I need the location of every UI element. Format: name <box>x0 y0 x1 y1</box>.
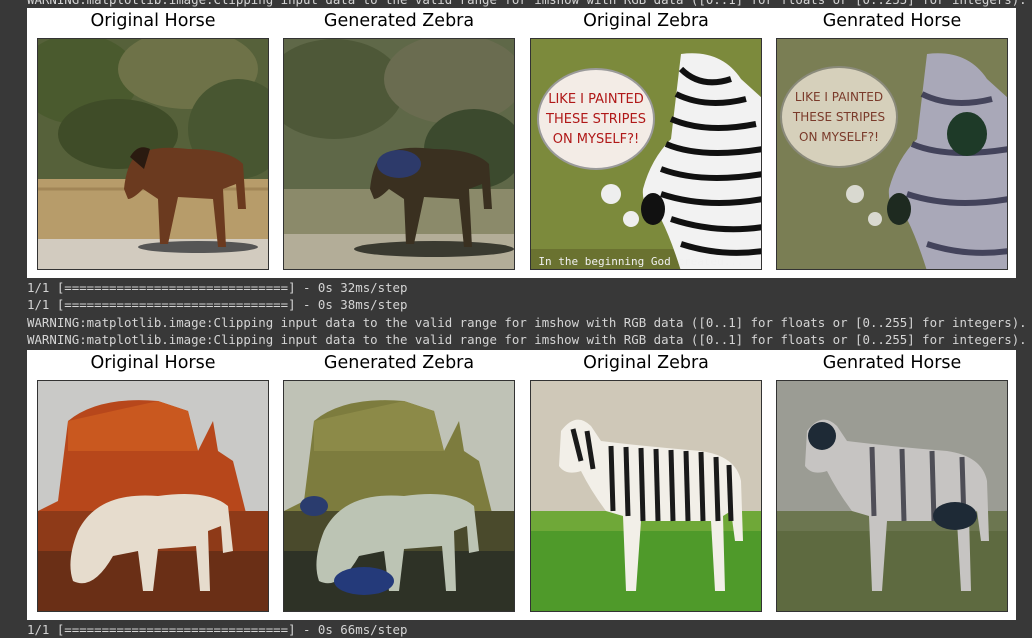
horse-image <box>37 380 269 612</box>
horse-image <box>37 38 269 270</box>
zebra-image <box>530 380 762 612</box>
bubble-line-1: LIKE I PAINTED <box>548 92 644 107</box>
panel-title: Genrated Horse <box>822 11 962 31</box>
output-figure-2: Original Horse Generated Zebra Original … <box>27 350 1016 620</box>
log-warning-1: WARNING:matplotlib.image:Clipping input … <box>27 315 1027 330</box>
output-figure-1: Original Horse Generated Zebra Original … <box>27 8 1016 278</box>
log-step-1: 1/1 [==============================] - 0… <box>27 280 408 295</box>
bubble-line-3: ON MYSELF?! <box>799 130 879 144</box>
panel-title: Original Horse <box>90 353 216 373</box>
log-step-3: 1/1 [==============================] - 0… <box>27 622 408 637</box>
log-warning-top: WARNING:matplotlib.image:Clipping input … <box>27 0 1027 8</box>
panel-title: Generated Zebra <box>323 11 475 31</box>
bubble-line-2: THESE STRIPES <box>792 110 885 124</box>
generated-zebra-image <box>283 380 515 612</box>
image-caption: In the beginning God created... <box>538 255 743 268</box>
panel-title: Original Zebra <box>583 353 709 373</box>
panel-title: Original Zebra <box>583 11 709 31</box>
log-step-2: 1/1 [==============================] - 0… <box>27 297 408 312</box>
panel-title: Generated Zebra <box>323 353 475 373</box>
generated-horse-image: LIKE I PAINTED THESE STRIPES ON MYSELF?! <box>776 38 1008 270</box>
panel-title: Original Horse <box>90 11 216 31</box>
zebra-image: LIKE I PAINTED THESE STRIPES ON MYSELF?! <box>530 38 762 270</box>
bubble-line-1: LIKE I PAINTED <box>795 90 883 104</box>
panel-title: Genrated Horse <box>822 353 962 373</box>
log-warning-2: WARNING:matplotlib.image:Clipping input … <box>27 332 1027 347</box>
bubble-line-2: THESE STRIPES <box>545 112 646 127</box>
generated-zebra-image <box>283 38 515 270</box>
generated-horse-image <box>776 380 1008 612</box>
bubble-line-3: ON MYSELF?! <box>553 132 640 147</box>
